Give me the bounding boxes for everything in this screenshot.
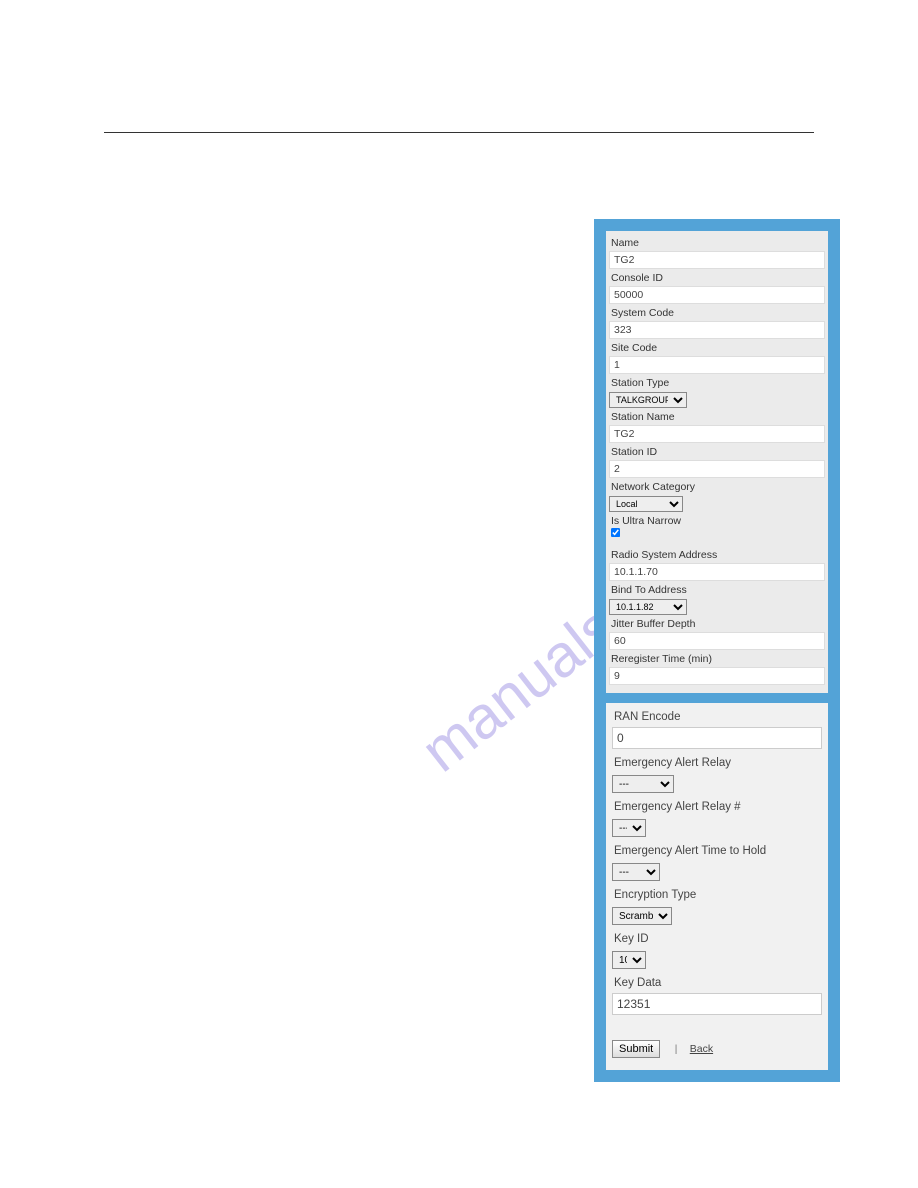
site-code-label: Site Code	[611, 342, 823, 354]
page: manualshive.com Name Console ID System C…	[0, 0, 918, 1188]
station-name-label: Station Name	[611, 411, 823, 423]
radio-address-input[interactable]	[609, 563, 825, 581]
ran-encode-input[interactable]	[612, 727, 822, 749]
separator: |	[675, 1044, 678, 1055]
encryption-type-select[interactable]: Scramble	[612, 907, 672, 925]
form-section-bottom: RAN Encode Emergency Alert Relay --- Eme…	[606, 703, 828, 1070]
key-data-label: Key Data	[614, 977, 820, 989]
bind-address-label: Bind To Address	[611, 584, 823, 596]
station-id-input[interactable]	[609, 460, 825, 478]
network-category-label: Network Category	[611, 481, 823, 493]
ran-encode-label: RAN Encode	[614, 711, 820, 723]
console-id-input[interactable]	[609, 286, 825, 304]
key-data-input[interactable]	[612, 993, 822, 1015]
encryption-type-label: Encryption Type	[614, 889, 820, 901]
name-input[interactable]	[609, 251, 825, 269]
key-id-label: Key ID	[614, 933, 820, 945]
back-link[interactable]: Back	[690, 1043, 713, 1055]
ultra-narrow-label: Is Ultra Narrow	[611, 515, 823, 527]
form-actions: Submit | Back	[612, 1039, 822, 1058]
ea-hold-select[interactable]: ---	[612, 863, 660, 881]
radio-address-label: Radio System Address	[611, 549, 823, 561]
station-type-select[interactable]: TALKGROUP	[609, 392, 687, 408]
ea-relay-select[interactable]: ---	[612, 775, 674, 793]
ea-relay-num-select[interactable]: ---	[612, 819, 646, 837]
site-code-input[interactable]	[609, 356, 825, 374]
station-type-label: Station Type	[611, 377, 823, 389]
station-id-label: Station ID	[611, 446, 823, 458]
ultra-narrow-checkbox[interactable]	[611, 528, 620, 537]
reregister-label: Reregister Time (min)	[611, 653, 823, 665]
console-id-label: Console ID	[611, 272, 823, 284]
ea-hold-label: Emergency Alert Time to Hold	[614, 845, 820, 857]
horizontal-rule	[104, 132, 814, 133]
name-label: Name	[611, 237, 823, 249]
config-panel: Name Console ID System Code Site Code St…	[594, 219, 840, 1082]
key-id-select[interactable]: 10	[612, 951, 646, 969]
ea-relay-label: Emergency Alert Relay	[614, 757, 820, 769]
network-category-select[interactable]: Local	[609, 496, 683, 512]
reregister-input[interactable]	[609, 667, 825, 685]
bind-address-select[interactable]: 10.1.1.82	[609, 599, 687, 615]
system-code-label: System Code	[611, 307, 823, 319]
ea-relay-num-label: Emergency Alert Relay #	[614, 801, 820, 813]
station-name-input[interactable]	[609, 425, 825, 443]
jitter-input[interactable]	[609, 632, 825, 650]
jitter-label: Jitter Buffer Depth	[611, 618, 823, 630]
submit-button[interactable]: Submit	[612, 1040, 660, 1058]
form-section-top: Name Console ID System Code Site Code St…	[606, 231, 828, 693]
system-code-input[interactable]	[609, 321, 825, 339]
